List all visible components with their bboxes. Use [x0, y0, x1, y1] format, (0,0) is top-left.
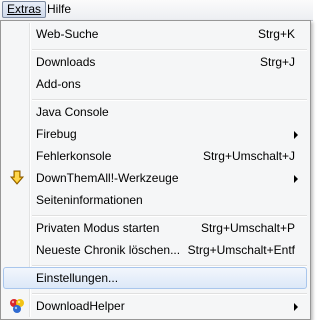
menu-item-label: Java Console: [36, 105, 109, 119]
menubar-hilfe[interactable]: Hilfe: [43, 1, 75, 18]
menu-item-settings[interactable]: Einstellungen...: [3, 267, 307, 289]
submenu-arrow-icon: [294, 175, 298, 183]
menu-item-label: Fehlerkonsole: [36, 149, 112, 163]
menubar-hilfe-label: Hilfe: [47, 2, 72, 16]
menu-item-label: Privaten Modus starten: [36, 221, 160, 235]
menu-item-web-search[interactable]: Web-Suche Strg+K: [3, 23, 307, 45]
menu-item-private-browsing[interactable]: Privaten Modus starten Strg+Umschalt+P: [3, 217, 307, 239]
menu-item-label: Neueste Chronik löschen...: [36, 243, 181, 257]
menubar-extras-label: Extras: [7, 2, 42, 16]
extras-menu: Web-Suche Strg+K Downloads Strg+J Add-on…: [0, 20, 311, 320]
menu-item-label: DownloadHelper: [36, 299, 125, 313]
submenu-arrow-icon: [294, 303, 298, 311]
submenu-arrow-icon: [294, 131, 298, 139]
menu-item-downthemall[interactable]: DownThemAll!-Werkzeuge: [3, 167, 307, 189]
menu-item-label: Downloads: [36, 55, 96, 69]
menu-item-label: Firebug: [36, 127, 77, 141]
menu-item-shortcut: Strg+K: [257, 27, 295, 41]
menu-item-clear-history[interactable]: Neueste Chronik löschen... Strg+Umschalt…: [3, 239, 307, 261]
menu-item-addons[interactable]: Add-ons: [3, 73, 307, 95]
downthemall-arrow-icon: [9, 170, 25, 185]
menu-item-label: Seiteninformationen: [36, 193, 143, 207]
menu-item-shortcut: Strg+J: [259, 55, 295, 69]
menubar-extras[interactable]: Extras: [2, 1, 47, 18]
menu-item-label: DownThemAll!-Werkzeuge: [36, 171, 179, 185]
menu-item-downloads[interactable]: Downloads Strg+J: [3, 51, 307, 73]
menu-item-shortcut: Strg+Umschalt+Entf: [187, 243, 295, 257]
menu-bar: Extras Hilfe: [0, 0, 313, 21]
menu-item-error-console[interactable]: Fehlerkonsole Strg+Umschalt+J: [3, 145, 307, 167]
menu-item-java-console[interactable]: Java Console: [3, 101, 307, 123]
downloadhelper-balls-icon: [10, 299, 24, 313]
menu-item-shortcut: Strg+Umschalt+P: [200, 221, 295, 235]
menu-item-label: Einstellungen...: [36, 271, 119, 285]
menu-item-page-info[interactable]: Seiteninformationen: [3, 189, 307, 211]
menu-item-shortcut: Strg+Umschalt+J: [202, 149, 295, 163]
menu-item-firebug[interactable]: Firebug: [3, 123, 307, 145]
menu-item-downloadhelper[interactable]: DownloadHelper: [3, 295, 307, 317]
menu-item-label: Web-Suche: [36, 27, 99, 41]
menu-item-label: Add-ons: [36, 77, 81, 91]
